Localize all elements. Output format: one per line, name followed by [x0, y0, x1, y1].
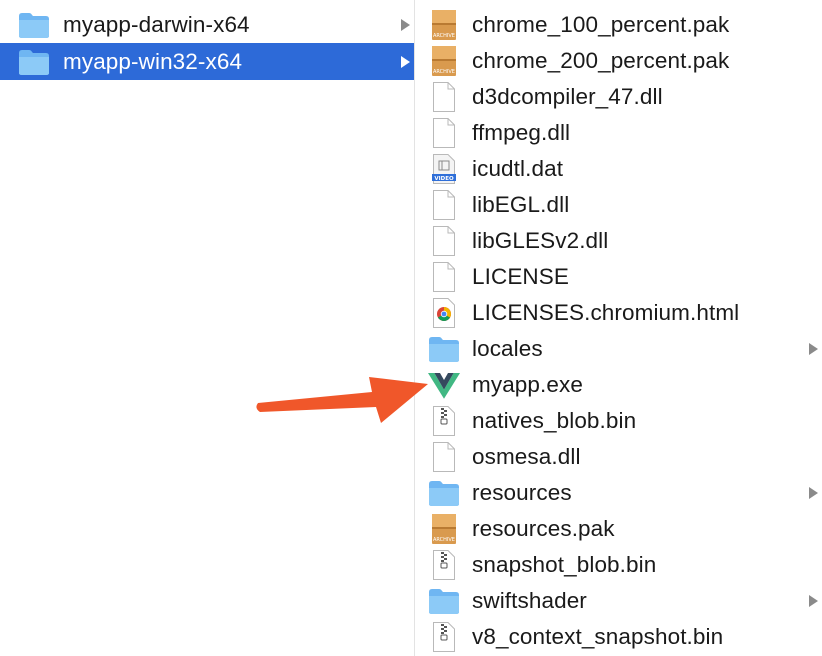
zip-file-icon	[428, 549, 460, 581]
folder-row[interactable]: locales	[415, 331, 822, 367]
file-label: LICENSE	[472, 264, 569, 289]
zip-file-icon	[428, 405, 460, 437]
file-row[interactable]: natives_blob.bin	[415, 403, 822, 439]
folder-row-myapp-win32-x64[interactable]: myapp-win32-x64	[0, 43, 414, 80]
file-row[interactable]: ARCHIVE chrome_100_percent.pak	[415, 7, 822, 43]
left-column: myapp-darwin-x64 myapp-win32-x64	[0, 0, 414, 656]
folder-label: myapp-win32-x64	[63, 48, 243, 74]
file-label: v8_context_snapshot.bin	[472, 624, 724, 649]
folder-icon	[18, 47, 50, 77]
file-row[interactable]: ARCHIVE resources.pak	[415, 511, 822, 547]
file-row[interactable]: ffmpeg.dll	[415, 115, 822, 151]
file-row[interactable]: v8_context_snapshot.bin	[415, 619, 822, 655]
file-label: ffmpeg.dll	[472, 120, 571, 145]
right-column: ARCHIVE chrome_100_percent.pak ARCHIVE c…	[415, 0, 822, 656]
file-label: LICENSES.chromium.html	[472, 300, 740, 325]
file-label: libEGL.dll	[472, 192, 570, 217]
file-row[interactable]: myapp.exe	[415, 367, 822, 403]
file-label: osmesa.dll	[472, 444, 581, 469]
file-label: myapp.exe	[472, 372, 583, 397]
vue-logo-icon	[428, 369, 460, 401]
file-label: chrome_200_percent.pak	[472, 48, 730, 73]
folder-label: myapp-darwin-x64	[63, 11, 250, 37]
file-row[interactable]: LICENSE	[415, 259, 822, 295]
file-label: natives_blob.bin	[472, 408, 637, 433]
chevron-right-icon	[809, 487, 818, 499]
archive-badge-text: ARCHIVE	[433, 537, 455, 543]
folder-row-myapp-darwin-x64[interactable]: myapp-darwin-x64	[0, 6, 414, 43]
folder-label: resources	[472, 480, 572, 505]
file-label: libGLESv2.dll	[472, 228, 609, 253]
file-row[interactable]: VIDEO icudtl.dat	[415, 151, 822, 187]
file-row[interactable]: ARCHIVE chrome_200_percent.pak	[415, 43, 822, 79]
file-label: chrome_100_percent.pak	[472, 12, 730, 37]
archive-badge-text: ARCHIVE	[433, 69, 455, 75]
chevron-right-icon	[809, 595, 818, 607]
file-row[interactable]: libEGL.dll	[415, 187, 822, 223]
file-row[interactable]: d3dcompiler_47.dll	[415, 79, 822, 115]
document-icon	[428, 441, 460, 473]
folder-row[interactable]: swiftshader	[415, 583, 822, 619]
video-badge-text: VIDEO	[434, 176, 454, 182]
archive-icon: ARCHIVE	[428, 9, 460, 41]
document-icon	[428, 81, 460, 113]
file-label: d3dcompiler_47.dll	[472, 84, 663, 109]
folder-label: locales	[472, 336, 543, 361]
folder-icon	[428, 585, 460, 617]
file-row[interactable]: osmesa.dll	[415, 439, 822, 475]
video-file-icon: VIDEO	[428, 153, 460, 185]
document-icon	[428, 189, 460, 221]
document-icon	[428, 117, 460, 149]
document-icon	[428, 225, 460, 257]
document-icon	[428, 261, 460, 293]
file-label: icudtl.dat	[472, 156, 564, 181]
archive-icon: ARCHIVE	[428, 45, 460, 77]
chevron-right-icon	[401, 18, 410, 31]
chevron-right-icon	[401, 55, 410, 68]
chrome-html-icon	[428, 297, 460, 329]
file-label: resources.pak	[472, 516, 615, 541]
chevron-right-icon	[809, 343, 818, 355]
folder-icon	[428, 333, 460, 365]
file-row[interactable]: snapshot_blob.bin	[415, 547, 822, 583]
folder-label: swiftshader	[472, 588, 587, 613]
folder-row[interactable]: resources	[415, 475, 822, 511]
folder-icon	[18, 10, 50, 40]
archive-badge-text: ARCHIVE	[433, 33, 455, 39]
zip-file-icon	[428, 621, 460, 653]
file-row[interactable]: LICENSES.chromium.html	[415, 295, 822, 331]
file-label: snapshot_blob.bin	[472, 552, 657, 577]
folder-icon	[428, 477, 460, 509]
file-row[interactable]: libGLESv2.dll	[415, 223, 822, 259]
archive-icon: ARCHIVE	[428, 513, 460, 545]
